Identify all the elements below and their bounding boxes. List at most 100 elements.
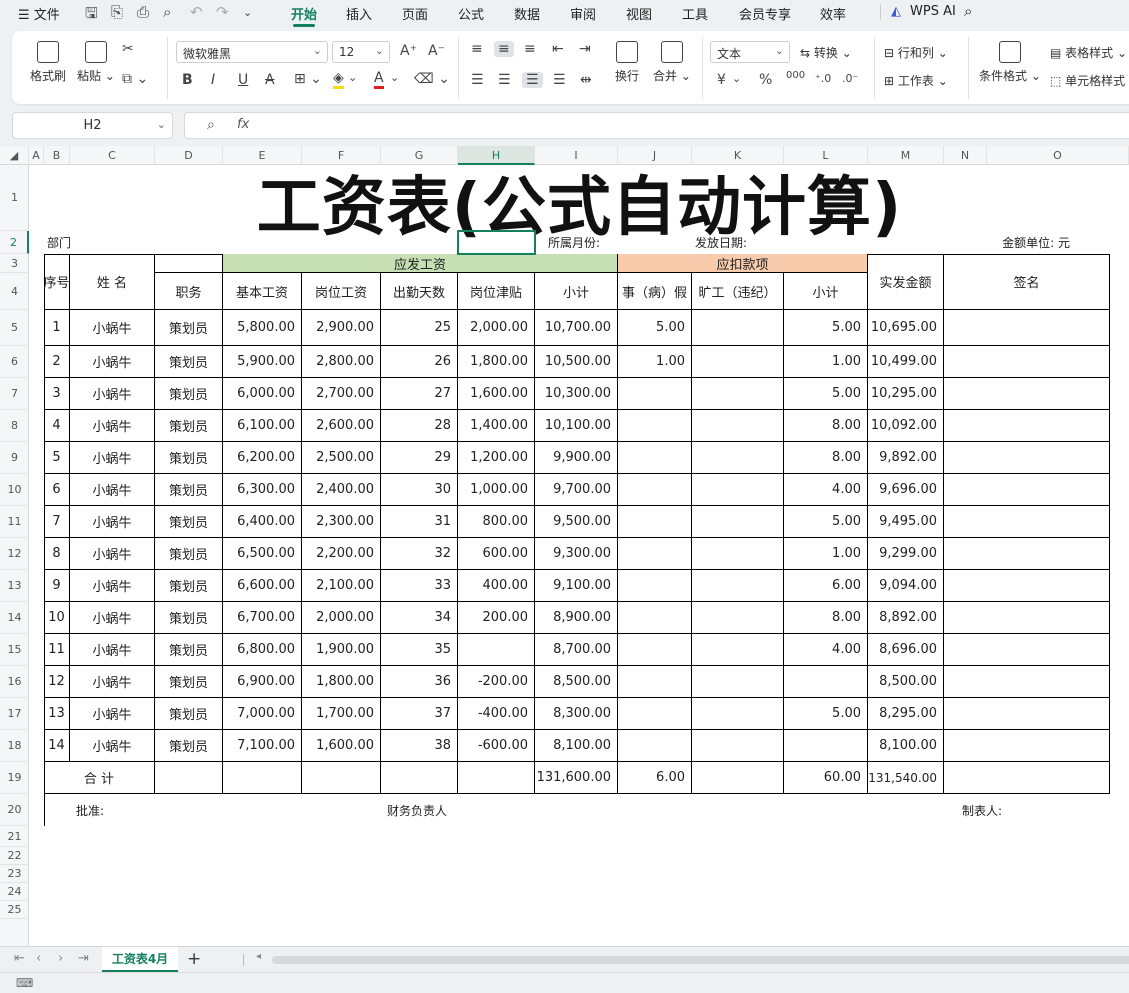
total-subtotal2[interactable]: 60.00 <box>784 762 868 794</box>
cell-subtotal1[interactable]: 9,900.00 <box>535 442 618 474</box>
cell-net[interactable]: 8,696.00 <box>868 634 944 666</box>
increase-indent-icon[interactable]: ⇥ <box>579 41 591 57</box>
cell-subtotal1[interactable]: 9,300.00 <box>535 538 618 570</box>
total-net[interactable]: 131,540.00 <box>868 762 944 794</box>
prev-sheet-icon[interactable]: ‹ <box>36 951 41 966</box>
cell-days[interactable]: 37 <box>381 698 458 730</box>
print-icon[interactable]: ⎙ <box>137 3 149 21</box>
row-col-button[interactable]: ⊟ 行和列 ⌄ <box>884 44 948 61</box>
cell-sign[interactable] <box>944 474 1110 506</box>
footer-approve[interactable]: 批准: <box>70 794 223 826</box>
tab-page[interactable]: 页面 <box>402 4 428 23</box>
cell-name[interactable]: 小蜗牛 <box>70 506 155 538</box>
header-seq[interactable]: 序号 <box>44 254 70 310</box>
cell-subtotal2[interactable]: 1.00 <box>784 346 868 378</box>
cell-allowance[interactable]: 400.00 <box>458 570 535 602</box>
total-leave[interactable]: 6.00 <box>618 762 692 794</box>
copy-icon[interactable]: ⧉ ⌄ <box>122 71 148 87</box>
align-center-icon[interactable]: ☰ <box>498 72 511 88</box>
cell-name[interactable]: 小蜗牛 <box>70 602 155 634</box>
cell-days[interactable]: 32 <box>381 538 458 570</box>
cell-subtotal1[interactable]: 8,100.00 <box>535 730 618 762</box>
cell-job[interactable]: 策划员 <box>155 602 223 634</box>
cell-leave[interactable] <box>618 506 692 538</box>
cell-subtotal1[interactable]: 10,500.00 <box>535 346 618 378</box>
cell-post[interactable]: 2,300.00 <box>302 506 381 538</box>
cell-subtotal1[interactable]: 8,500.00 <box>535 666 618 698</box>
cell-base[interactable]: 6,600.00 <box>223 570 302 602</box>
cell-base[interactable]: 6,700.00 <box>223 602 302 634</box>
tab-member[interactable]: 会员专享 <box>739 4 791 23</box>
quick-access-dropdown-icon[interactable]: ⌄ <box>243 6 252 19</box>
footer-finance[interactable]: 财务负责人 <box>381 794 535 826</box>
cell-base[interactable]: 6,000.00 <box>223 378 302 410</box>
align-left-icon[interactable]: ☰ <box>471 72 484 88</box>
cell-sign[interactable] <box>944 442 1110 474</box>
header-days[interactable]: 出勤天数 <box>381 273 458 310</box>
underline-button[interactable]: U <box>238 72 248 88</box>
cell-subtotal1[interactable]: 9,100.00 <box>535 570 618 602</box>
tab-view[interactable]: 视图 <box>626 4 652 23</box>
cell-seq[interactable]: 13 <box>44 698 70 730</box>
cell-seq[interactable]: 14 <box>44 730 70 762</box>
clear-format-icon[interactable]: ⌫ ⌄ <box>414 71 450 87</box>
cell-net[interactable]: 8,500.00 <box>868 666 944 698</box>
format-painter-button[interactable]: 格式刷 <box>26 41 70 84</box>
first-sheet-icon[interactable]: ⇤ <box>14 951 25 966</box>
cell-job[interactable]: 策划员 <box>155 570 223 602</box>
cell-base[interactable]: 7,100.00 <box>223 730 302 762</box>
selected-cell-h2[interactable] <box>457 230 536 255</box>
total-empty[interactable] <box>302 762 381 794</box>
cell-name[interactable]: 小蜗牛 <box>70 698 155 730</box>
header-absent[interactable]: 旷工（违纪） <box>692 273 784 310</box>
cell-subtotal1[interactable]: 8,900.00 <box>535 602 618 634</box>
cell-base[interactable]: 6,300.00 <box>223 474 302 506</box>
cell-absent[interactable] <box>692 634 784 666</box>
cell-subtotal2[interactable] <box>784 666 868 698</box>
macro-icon[interactable]: ⌨ <box>16 976 33 990</box>
cell-seq[interactable]: 7 <box>44 506 70 538</box>
next-sheet-icon[interactable]: › <box>58 951 63 966</box>
strikethrough-icon[interactable]: A <box>265 72 275 88</box>
horizontal-scrollbar[interactable] <box>272 956 1129 964</box>
tab-home[interactable]: 开始 <box>291 4 317 27</box>
cell-absent[interactable] <box>692 410 784 442</box>
cell-days[interactable]: 27 <box>381 378 458 410</box>
tab-data[interactable]: 数据 <box>514 4 540 23</box>
total-sign[interactable] <box>944 762 1110 794</box>
cell-name[interactable]: 小蜗牛 <box>70 378 155 410</box>
worksheet-grid[interactable]: ◢ A B C D E F G H I J K L M N O 1 2 3 4 5 6 7 8 9 10 11 12 13 14 15 16… <box>0 146 1129 946</box>
cell-subtotal2[interactable]: 5.00 <box>784 378 868 410</box>
align-right-icon[interactable]: ☰ <box>522 72 543 88</box>
cell-leave[interactable] <box>618 634 692 666</box>
cell-base[interactable]: 6,800.00 <box>223 634 302 666</box>
cell-job[interactable]: 策划员 <box>155 698 223 730</box>
cell-post[interactable]: 2,600.00 <box>302 410 381 442</box>
total-label[interactable]: 合 计 <box>44 762 155 794</box>
cell-net[interactable]: 8,295.00 <box>868 698 944 730</box>
formula-input[interactable]: ⌕ fx <box>184 112 1129 139</box>
cell-sign[interactable] <box>944 602 1110 634</box>
cell-net[interactable]: 9,696.00 <box>868 474 944 506</box>
cell-allowance[interactable] <box>458 634 535 666</box>
cell-leave[interactable] <box>618 730 692 762</box>
cell-seq[interactable]: 12 <box>44 666 70 698</box>
convert-button[interactable]: ⇆ 转换 ⌄ <box>800 44 852 61</box>
total-empty[interactable] <box>155 762 223 794</box>
cell-job[interactable]: 策划员 <box>155 730 223 762</box>
chevron-down-icon[interactable]: ⌄ <box>732 72 741 85</box>
font-size-select[interactable]: 12 ⌄ <box>332 41 390 63</box>
cell-name[interactable]: 小蜗牛 <box>70 634 155 666</box>
cell-leave[interactable] <box>618 378 692 410</box>
cell-days[interactable]: 33 <box>381 570 458 602</box>
cell-seq[interactable]: 9 <box>44 570 70 602</box>
italic-button[interactable]: I <box>211 72 215 88</box>
cell-allowance[interactable]: 600.00 <box>458 538 535 570</box>
wrap-text-button[interactable]: 换行 <box>612 41 642 84</box>
zoom-icon[interactable]: ⌕ <box>207 117 215 133</box>
cell-job[interactable]: 策划员 <box>155 346 223 378</box>
cell-allowance[interactable]: -200.00 <box>458 666 535 698</box>
font-color-icon[interactable]: A <box>374 71 384 89</box>
cell-net[interactable]: 9,094.00 <box>868 570 944 602</box>
cell-post[interactable]: 1,600.00 <box>302 730 381 762</box>
